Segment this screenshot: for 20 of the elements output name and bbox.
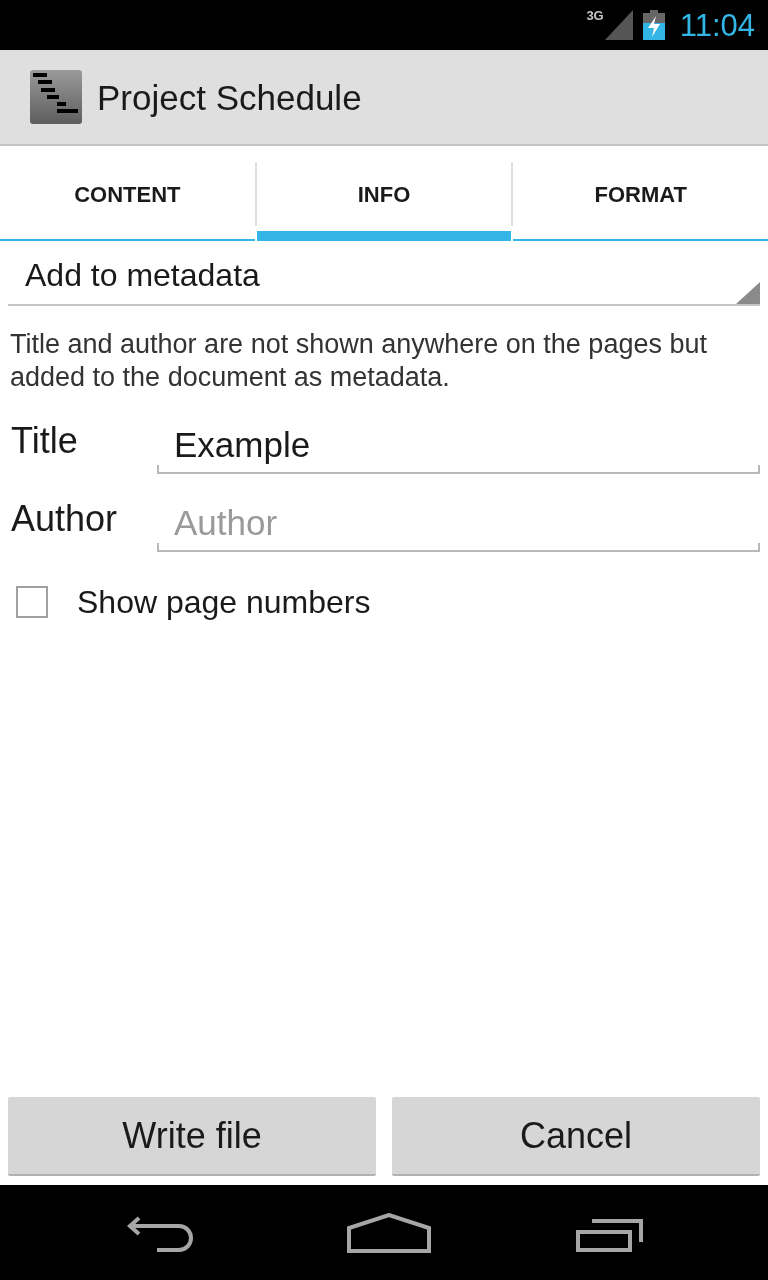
description-text: Title and author are not shown anywhere on the pages but added to the document as metadata. bbox=[10, 328, 708, 394]
caret-icon bbox=[736, 282, 760, 304]
network-type-label: 3G bbox=[586, 9, 604, 22]
signal-icon bbox=[604, 10, 633, 40]
dropdown[interactable]: Add to metadata bbox=[8, 245, 760, 306]
back-icon[interactable] bbox=[127, 1215, 195, 1252]
home-icon[interactable] bbox=[347, 1212, 431, 1253]
field-label: Title bbox=[10, 421, 79, 463]
cancel-button[interactable]: Cancel bbox=[392, 1097, 760, 1176]
write-file-button[interactable]: Write file bbox=[8, 1097, 376, 1176]
app-title: Project Schedule bbox=[97, 79, 362, 115]
checkbox[interactable] bbox=[16, 586, 48, 618]
field-label: Author bbox=[10, 499, 119, 541]
app-bars-icon[interactable] bbox=[30, 70, 82, 124]
checkbox-label[interactable]: Show page numbers bbox=[77, 583, 371, 621]
clock-time: 11:04 bbox=[679, 9, 755, 41]
tab[interactable]: INFO bbox=[256, 160, 512, 241]
recents-icon[interactable] bbox=[576, 1217, 644, 1252]
tab[interactable]: FORMAT bbox=[513, 160, 768, 241]
battery-charging-icon bbox=[642, 10, 665, 40]
